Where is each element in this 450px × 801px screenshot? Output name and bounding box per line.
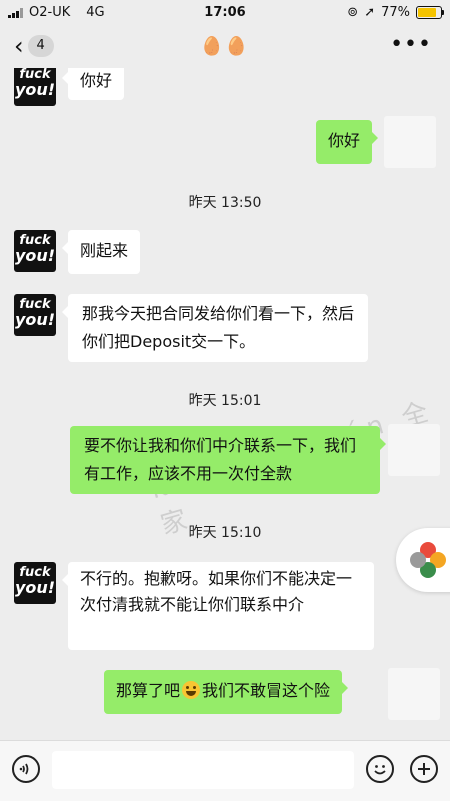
input-bar [0, 740, 450, 801]
timestamp: 昨天 15:10 [188, 525, 262, 541]
location-icon: ➚ [364, 5, 376, 20]
avatar-text-bottom: you! [14, 246, 56, 265]
message-input[interactable] [52, 751, 354, 789]
avatar-text-bottom: you! [14, 578, 56, 597]
plus-icon[interactable] [410, 755, 438, 783]
chat-title: 🥚🥚 [200, 36, 250, 57]
battery-icon [416, 6, 444, 19]
avatar-text-bottom: you! [14, 310, 56, 329]
message-text-after: 我们不敢冒这个险 [202, 681, 331, 700]
contact-avatar[interactable]: fuck you! [14, 562, 56, 604]
outgoing-message[interactable]: 要不你让我和你们中介联系一下，我们有工作，应该不用一次付全款 [70, 426, 386, 494]
my-avatar[interactable] [384, 116, 436, 168]
status-right: ⊚ ➚ 77% [347, 5, 444, 20]
battery-percent: 77% [381, 5, 410, 20]
smile-emoji-icon [182, 681, 201, 699]
chat-header: ‹ 4 🥚🥚 ••• [0, 26, 450, 68]
incoming-message[interactable]: 那我今天把合同发给你们看一下，然后你们把Deposit交一下。 [62, 294, 368, 362]
floating-petal-button[interactable] [396, 528, 450, 592]
lock-rotation-icon: ⊚ [347, 5, 359, 20]
emoji-face-icon[interactable] [366, 755, 394, 783]
message-text-before: 那算了吧 [116, 681, 181, 700]
avatar-text-bottom: you! [14, 80, 56, 99]
incoming-message[interactable]: 不行的。抱歉呀。如果你们不能决定一次付清我就不能让你们联系中介 [62, 562, 374, 650]
incoming-message[interactable]: 你好 [61, 68, 125, 100]
contact-avatar[interactable]: fuck you! [14, 230, 56, 272]
incoming-message[interactable]: 刚起来 [61, 230, 141, 274]
outgoing-message[interactable]: 你好 [316, 120, 379, 164]
outgoing-message[interactable]: 那算了吧 我们不敢冒这个险 [104, 670, 349, 714]
timestamp: 昨天 13:50 [188, 195, 262, 211]
contact-avatar[interactable]: fuck you! [14, 68, 56, 106]
my-avatar[interactable] [388, 424, 440, 476]
contact-avatar[interactable]: fuck you! [14, 294, 56, 336]
status-bar: O2-UK 4G 17:06 ⊚ ➚ 77% [0, 0, 450, 26]
voice-icon[interactable] [12, 755, 40, 783]
more-icon[interactable]: ••• [390, 32, 432, 57]
my-avatar[interactable] [388, 668, 440, 720]
timestamp: 昨天 15:01 [188, 393, 262, 409]
floating-petal-icon [410, 542, 446, 578]
message-list[interactable]: fuck you! 你好 你好 昨天 13:50 fuck you! 刚起来 f… [0, 68, 450, 740]
